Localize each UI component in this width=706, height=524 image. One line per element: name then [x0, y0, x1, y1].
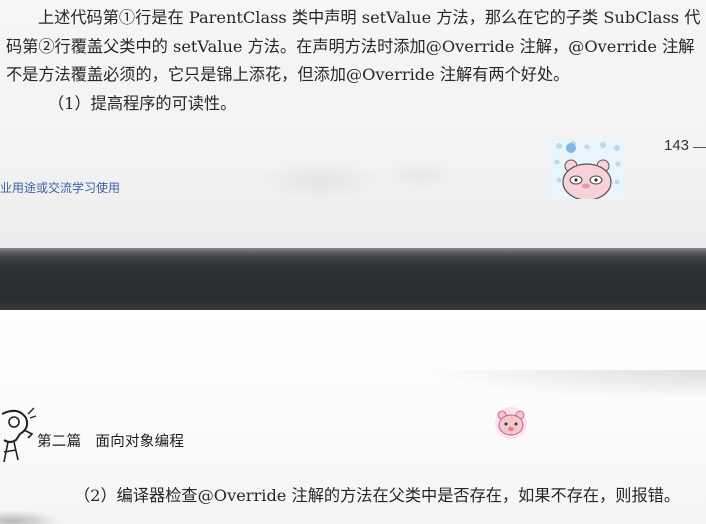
- cartoon-bear-icon: [554, 141, 621, 199]
- part-header: 第二篇 面向对象编程: [37, 430, 184, 451]
- person-thinking-icon: [0, 404, 37, 466]
- watermark-text: 业用途或交流学习使用: [0, 181, 121, 195]
- pink-bear-icon: [495, 407, 527, 439]
- page-number: 143: [664, 137, 690, 154]
- page-number-dash: [693, 147, 706, 148]
- top-page: 上述代码第①行是在 ParentClass 类中声明 setValue 方法，那…: [0, 0, 706, 248]
- paragraph-line: 上述代码第①行是在 ParentClass 类中声明 setValue 方法，那…: [38, 8, 701, 27]
- paragraph-line: 码第②行覆盖父类中的 setValue 方法。在声明方法时添加@Override…: [6, 36, 695, 56]
- cartoon-bear-sticker: [551, 138, 624, 199]
- paragraph-line: 不是方法覆盖必须的，它只是锦上添花，但添加@Override 注解有两个好处。: [6, 65, 570, 84]
- body-paragraph: 上述代码第①行是在 ParentClass 类中声明 setValue 方法，那…: [0, 4, 700, 118]
- page-separator: [0, 248, 706, 310]
- part-title: 面向对象编程: [95, 434, 185, 450]
- page-corner-shadow: [0, 510, 60, 524]
- person-thinking-icon-svg: [1, 407, 37, 463]
- page-shadow: [420, 370, 706, 400]
- paragraph-line: （1）提高程序的可读性。: [48, 93, 237, 113]
- body-paragraph: （2）编译器检查@Override 注解的方法在父类中是否存在，如果不存在，则报…: [74, 486, 681, 505]
- pink-bear-sticker: [494, 406, 528, 440]
- separator-shine: [0, 248, 706, 266]
- bottom-page: 第二篇 面向对象编程 （2）编译器检查@Override 注解的方法在父类中是否存…: [0, 310, 706, 524]
- part-label: 第二篇: [37, 434, 82, 450]
